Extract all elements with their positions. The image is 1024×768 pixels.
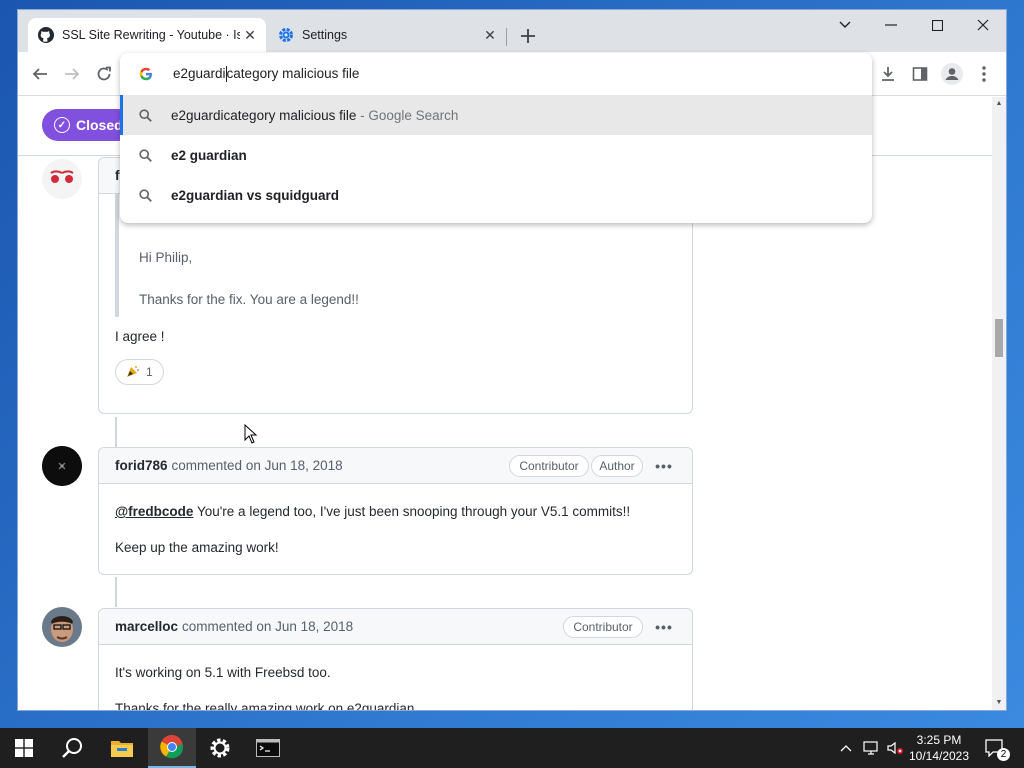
chrome-window: SSL Site Rewriting - Youtube · Iss ✕ Set… (18, 10, 1006, 710)
chevron-up-icon[interactable] (836, 728, 856, 768)
tab-strip: SSL Site Rewriting - Youtube · Iss ✕ Set… (18, 10, 1006, 52)
issue-state-label: Closed (76, 117, 123, 133)
new-tab-plus-icon[interactable] (516, 24, 540, 48)
tada-icon (126, 364, 140, 381)
address-text-after-caret: category malicious file (226, 65, 360, 81)
address-text-before-caret: e2guardi (173, 65, 226, 81)
contributor-label: Contributor (563, 616, 643, 638)
comment-card: marcelloc commented on Jun 18, 2018 Cont… (98, 608, 693, 710)
side-panel-icon[interactable] (906, 60, 934, 88)
profile-avatar-icon[interactable] (938, 60, 966, 88)
suggestion-text: e2guardian vs squidguard (171, 187, 340, 203)
comment-options-icon[interactable]: ••• (652, 617, 676, 637)
scroll-up-arrow-icon[interactable]: ▲ (995, 100, 1003, 108)
avatar[interactable] (42, 607, 82, 647)
comment-meta[interactable]: commented on Jun 18, 2018 (172, 458, 343, 473)
avatar[interactable] (42, 159, 82, 199)
settings-gear-icon[interactable] (196, 728, 244, 768)
address-input-text[interactable]: e2guardicategory malicious file (173, 65, 360, 83)
comment-author[interactable]: marcelloc (115, 619, 178, 634)
comment-author[interactable]: forid786 (115, 458, 168, 473)
suggestion-text: e2guardicategory malicious file (171, 107, 357, 123)
tab-search-chevron-icon[interactable] (822, 10, 868, 40)
omnibox-suggestion[interactable]: e2guardicategory malicious file - Google… (120, 95, 872, 135)
omnibox-suggestion[interactable]: e2guardian vs squidguard (120, 175, 872, 215)
timeline-line (115, 577, 117, 607)
scroll-down-arrow-icon[interactable]: ▼ (995, 699, 1003, 707)
check-circle-icon: ✓ (54, 117, 70, 133)
github-icon (38, 27, 54, 43)
clock-time: 3:25 PM (916, 733, 962, 747)
minimize-icon[interactable] (868, 10, 914, 40)
timeline-line (115, 417, 117, 447)
comment-author[interactable]: f (115, 168, 120, 183)
tab-title: Settings (302, 28, 348, 42)
close-window-icon[interactable] (960, 10, 1006, 40)
comment-text: Thanks for the really amazing work on e2… (115, 701, 419, 710)
forward-arrow-icon[interactable] (58, 60, 86, 88)
tab-close-icon[interactable]: ✕ (480, 25, 500, 45)
search-icon (137, 148, 153, 162)
search-icon (137, 188, 153, 202)
taskbar-clock[interactable]: 3:25 PM 10/14/2023 (900, 732, 978, 764)
comment-text: It's working on 5.1 with Freebsd too. (115, 665, 331, 680)
page-scrollbar[interactable]: ▲ ▼ (992, 97, 1006, 710)
notification-center-icon[interactable]: 2 (980, 728, 1010, 768)
menu-kebab-icon[interactable] (970, 60, 998, 88)
comment-card: forid786 commented on Jun 18, 2018 Contr… (98, 447, 693, 575)
comment-text: You're a legend too, I've just been snoo… (193, 504, 631, 519)
chrome-taskbar-icon[interactable] (148, 728, 196, 768)
reaction-button[interactable]: 1 (115, 359, 164, 385)
comment-meta[interactable]: commented on Jun 18, 2018 (182, 619, 353, 634)
windows-taskbar: 3:25 PM 10/14/2023 2 (0, 728, 1024, 768)
suggestion-suffix: - Google Search (356, 107, 459, 123)
search-icon[interactable] (48, 728, 96, 768)
clock-date: 10/14/2023 (908, 749, 970, 763)
file-explorer-icon[interactable] (98, 728, 146, 768)
quote-line: Hi Philip, (139, 250, 193, 265)
reaction-count: 1 (146, 365, 153, 379)
comment-header: forid786 commented on Jun 18, 2018 Contr… (99, 448, 692, 484)
maximize-icon[interactable] (914, 10, 960, 40)
network-icon[interactable] (860, 728, 882, 768)
download-icon[interactable] (874, 60, 902, 88)
avatar[interactable] (42, 446, 82, 486)
suggestion-text: e2 guardian (171, 147, 247, 163)
comment-header: marcelloc commented on Jun 18, 2018 Cont… (99, 609, 692, 645)
tab-settings[interactable]: Settings ✕ (268, 18, 506, 52)
comment-options-icon[interactable]: ••• (652, 456, 676, 476)
quote-bar (115, 194, 119, 317)
quote-line: Thanks for the fix. You are a legend!! (139, 292, 359, 307)
user-mention-link[interactable]: @fredbcode (115, 504, 193, 519)
comment-body: I agree ! (115, 329, 165, 344)
address-bar[interactable]: e2guardicategory malicious file (120, 53, 872, 95)
search-icon (137, 108, 153, 122)
tab-close-icon[interactable]: ✕ (240, 25, 260, 45)
notification-count: 2 (997, 748, 1010, 761)
back-arrow-icon[interactable] (26, 60, 54, 88)
reload-icon[interactable] (90, 60, 118, 88)
tab-separator (506, 28, 507, 46)
mouse-pointer-icon (244, 423, 258, 449)
google-g-icon (136, 67, 156, 81)
comment-body: It's working on 5.1 with Freebsd too. Th… (99, 645, 692, 710)
scroll-thumb[interactable] (995, 319, 1003, 357)
tab-github-issue[interactable]: SSL Site Rewriting - Youtube · Iss ✕ (28, 18, 266, 52)
settings-gear-icon (278, 27, 294, 43)
comment-body: @fredbcode You're a legend too, I've jus… (99, 484, 692, 567)
author-label: Author (591, 455, 643, 477)
start-windows-icon[interactable] (0, 728, 48, 768)
contributor-label: Contributor (509, 455, 589, 477)
omnibox-suggestion[interactable]: e2 guardian (120, 135, 872, 175)
comment-text: Keep up the amazing work! (115, 540, 279, 555)
omnibox-dropdown: e2guardicategory malicious file e2guardi… (120, 53, 872, 223)
tab-title: SSL Site Rewriting - Youtube · Iss (62, 28, 240, 42)
terminal-icon[interactable] (244, 728, 292, 768)
